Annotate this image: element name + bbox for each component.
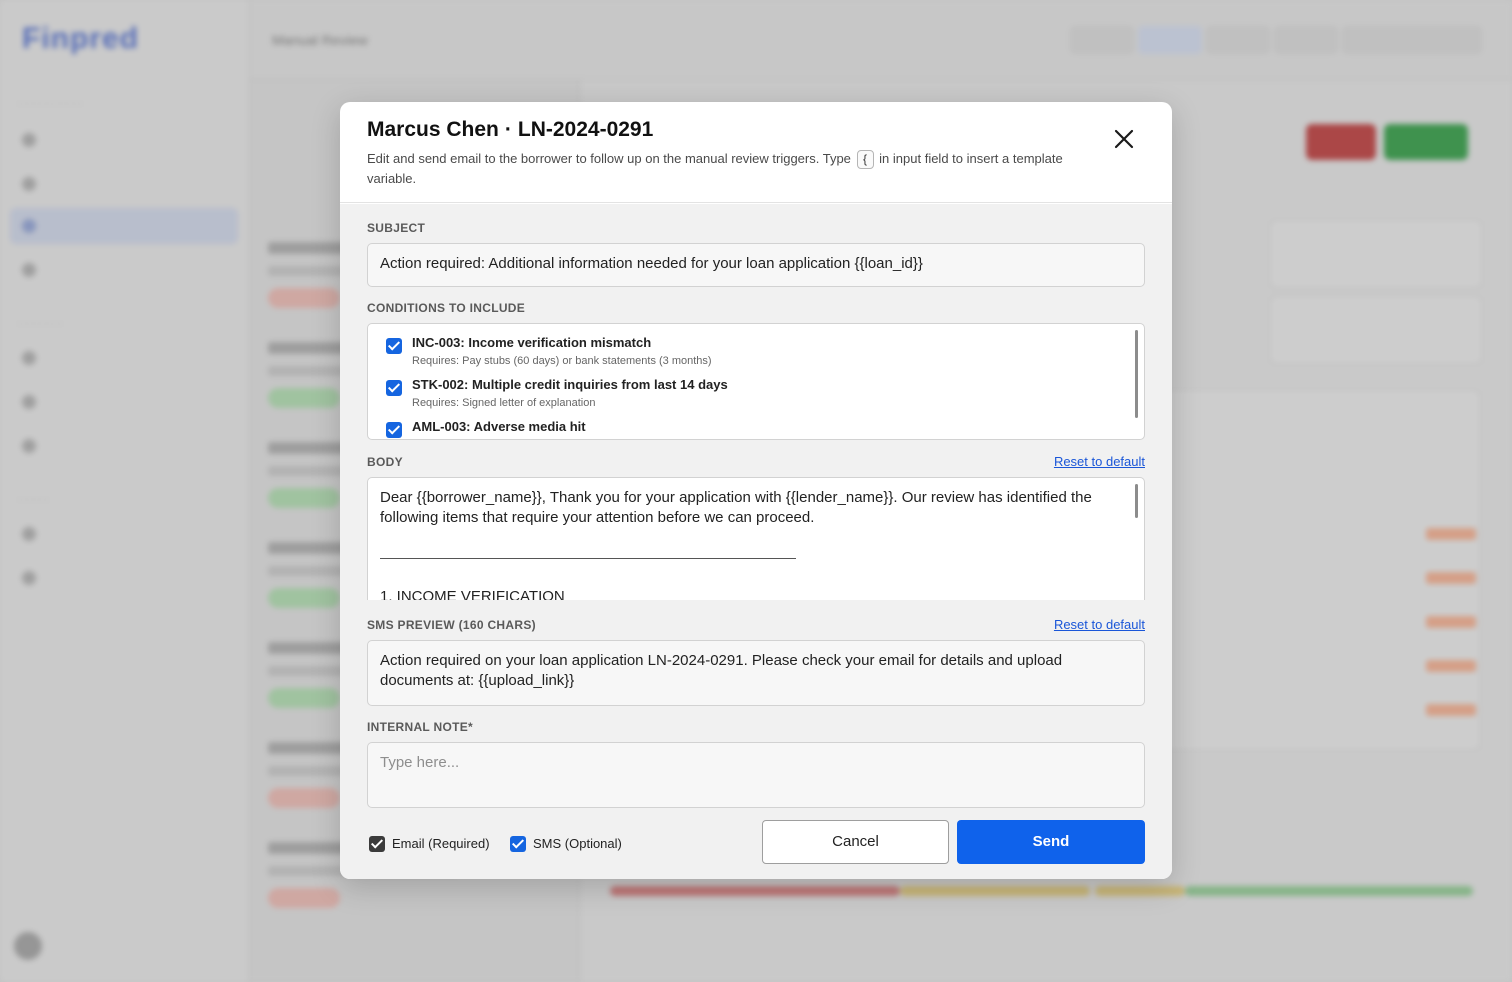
internal-note-label: INTERNAL NOTE* [367,720,473,734]
modal-description: Edit and send email to the borrower to f… [367,149,1067,189]
title-separator: · [504,118,512,141]
loan-id: LN-2024-0291 [517,118,654,141]
checkbox-checked[interactable] [510,836,526,852]
body-divider [380,558,796,559]
close-icon[interactable] [1111,126,1137,152]
email-channel-label: Email (Required) [392,836,490,851]
condition-title: STK-002: Multiple credit inquiries from … [412,377,728,392]
cancel-button[interactable]: Cancel [762,820,949,864]
condition-title: AML-003: Adverse media hit [412,419,586,434]
condition-requirement: Requires: Pay stubs (60 days) or bank st… [412,355,712,367]
condition-checkbox[interactable] [386,338,402,354]
conditions-label: CONDITIONS TO INCLUDE [367,301,526,315]
brace-key-hint: { [856,150,874,169]
borrower-name: Marcus Chen [367,118,499,141]
subject-input[interactable]: Action required: Additional information … [367,243,1145,287]
subject-label: SUBJECT [367,221,426,235]
condition-checkbox[interactable] [386,380,402,396]
conditions-list[interactable]: INC-003: Income verification mismatch Re… [367,323,1145,440]
body-scrollbar[interactable] [1135,484,1138,518]
body-reset-link[interactable]: Reset to default [1054,454,1145,469]
sms-channel-label: SMS (Optional) [533,836,622,851]
sms-input[interactable]: Action required on your loan application… [367,640,1145,706]
checkbox-checked[interactable] [369,836,385,852]
conditions-scrollbar[interactable] [1135,330,1138,418]
condition-checkbox[interactable] [386,422,402,438]
condition-title: INC-003: Income verification mismatch [412,335,652,350]
send-button[interactable]: Send [957,820,1145,864]
body-label: BODY [367,455,403,469]
internal-note-input[interactable]: Type here... [367,742,1145,808]
send-email-modal: Marcus Chen · LN-2024-0291 Edit and send e… [340,102,1172,879]
description-text: Edit and send email to the borrower to f… [367,151,851,166]
condition-requirement: Requires: Signed letter of explanation [412,397,596,409]
body-editor[interactable]: Dear {{borrower_name}}, Thank you for yo… [367,477,1145,607]
modal-title: Marcus Chen · LN-2024-0291 [367,118,653,142]
body-paragraph: Dear {{borrower_name}}, Thank you for yo… [380,489,1092,526]
modal-header: Marcus Chen · LN-2024-0291 Edit and send e… [340,102,1172,203]
sms-label: SMS PREVIEW (160 CHARS) [367,618,536,632]
sms-reset-link[interactable]: Reset to default [1054,617,1145,632]
modal-body: SUBJECT Action required: Additional info… [340,204,1172,879]
